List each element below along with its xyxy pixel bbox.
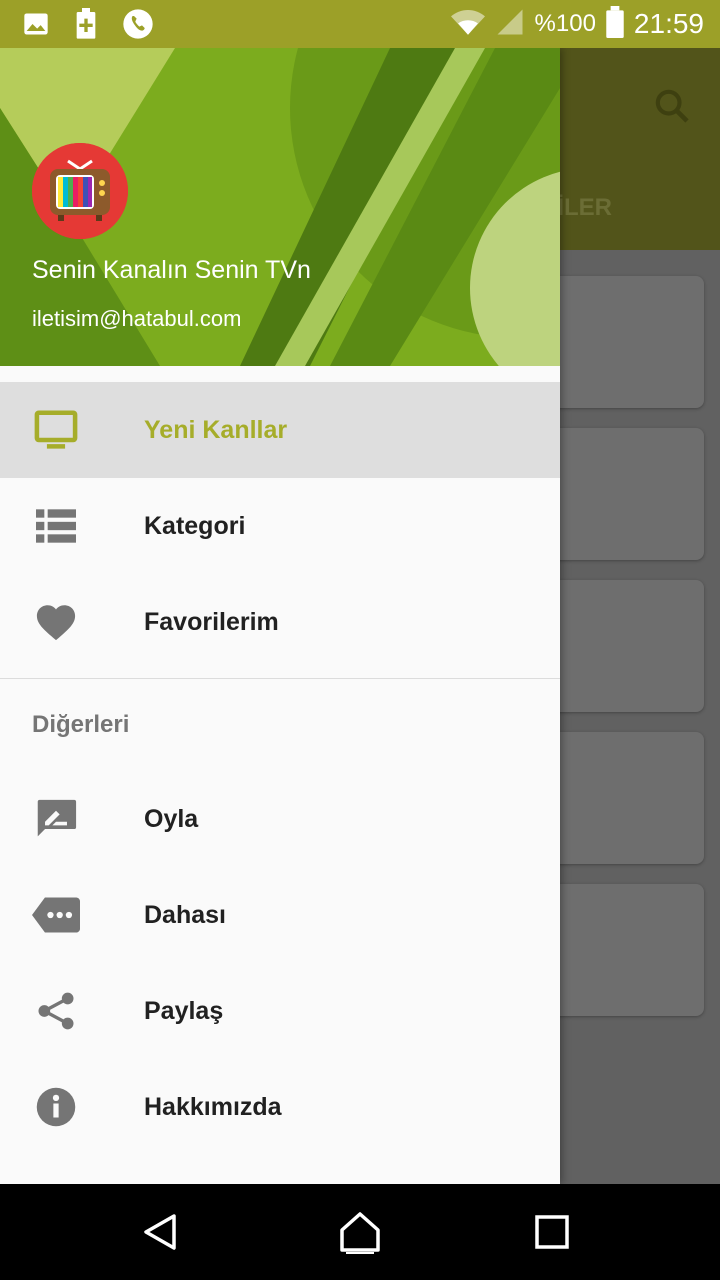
header-email[interactable]: iletisim@hatabul.com [32, 306, 241, 332]
image-icon [22, 10, 50, 43]
wifi-icon [450, 7, 485, 42]
header-channel-name: Senin Kanalın Senin TVn [32, 256, 311, 284]
back-button[interactable] [136, 1208, 184, 1256]
battery-percent: %100 [534, 10, 596, 37]
menu-item-hakkimizda[interactable]: Hakkımızda [0, 1059, 560, 1155]
drawer-header: Senin Kanalın Senin TVn iletisim@hatabul… [0, 48, 560, 366]
phone-icon [122, 8, 154, 45]
drawer-menu: Yeni Kanllar Kategori Favorilerim Diğerl… [0, 382, 560, 1155]
navigation-drawer: Senin Kanalın Senin TVn iletisim@hatabul… [0, 48, 560, 1184]
status-bar: %100 21:59 [0, 0, 720, 48]
list-icon [32, 502, 80, 550]
rate-review-icon [32, 795, 80, 843]
info-icon [32, 1083, 80, 1131]
tv-icon [32, 406, 80, 454]
system-navigation-bar [0, 1184, 720, 1280]
signal-icon [495, 7, 525, 42]
app-logo-avatar [32, 143, 128, 239]
menu-item-oyla[interactable]: Oyla [0, 771, 560, 867]
recents-square-icon [535, 1215, 569, 1249]
heart-icon [32, 598, 80, 646]
menu-item-label: Kategori [144, 511, 246, 540]
home-button[interactable] [336, 1208, 384, 1256]
menu-item-favorilerim[interactable]: Favorilerim [0, 574, 560, 670]
menu-item-label: Dahası [144, 900, 226, 929]
menu-item-kategori[interactable]: Kategori [0, 478, 560, 574]
section-title: Diğerleri [32, 711, 130, 738]
menu-item-label: Paylaş [144, 996, 224, 1025]
menu-item-label: Yeni Kanllar [144, 415, 288, 444]
back-triangle-icon [144, 1214, 176, 1250]
menu-item-label: Hakkımızda [144, 1092, 282, 1121]
tv-logo-icon [32, 143, 128, 239]
recents-button[interactable] [528, 1208, 576, 1256]
share-icon [32, 987, 80, 1035]
home-icon [340, 1212, 380, 1254]
search-icon [652, 86, 692, 131]
menu-item-yeni-kanallar[interactable]: Yeni Kanllar [0, 382, 560, 478]
battery-plus-icon [74, 8, 98, 45]
more-tag-icon [32, 891, 80, 939]
clock: 21:59 [633, 8, 704, 39]
menu-item-label: Oyla [144, 804, 199, 833]
menu-item-dahasi[interactable]: Dahası [0, 867, 560, 963]
menu-item-paylas[interactable]: Paylaş [0, 963, 560, 1059]
battery-icon [606, 5, 624, 43]
menu-item-label: Favorilerim [144, 607, 279, 636]
